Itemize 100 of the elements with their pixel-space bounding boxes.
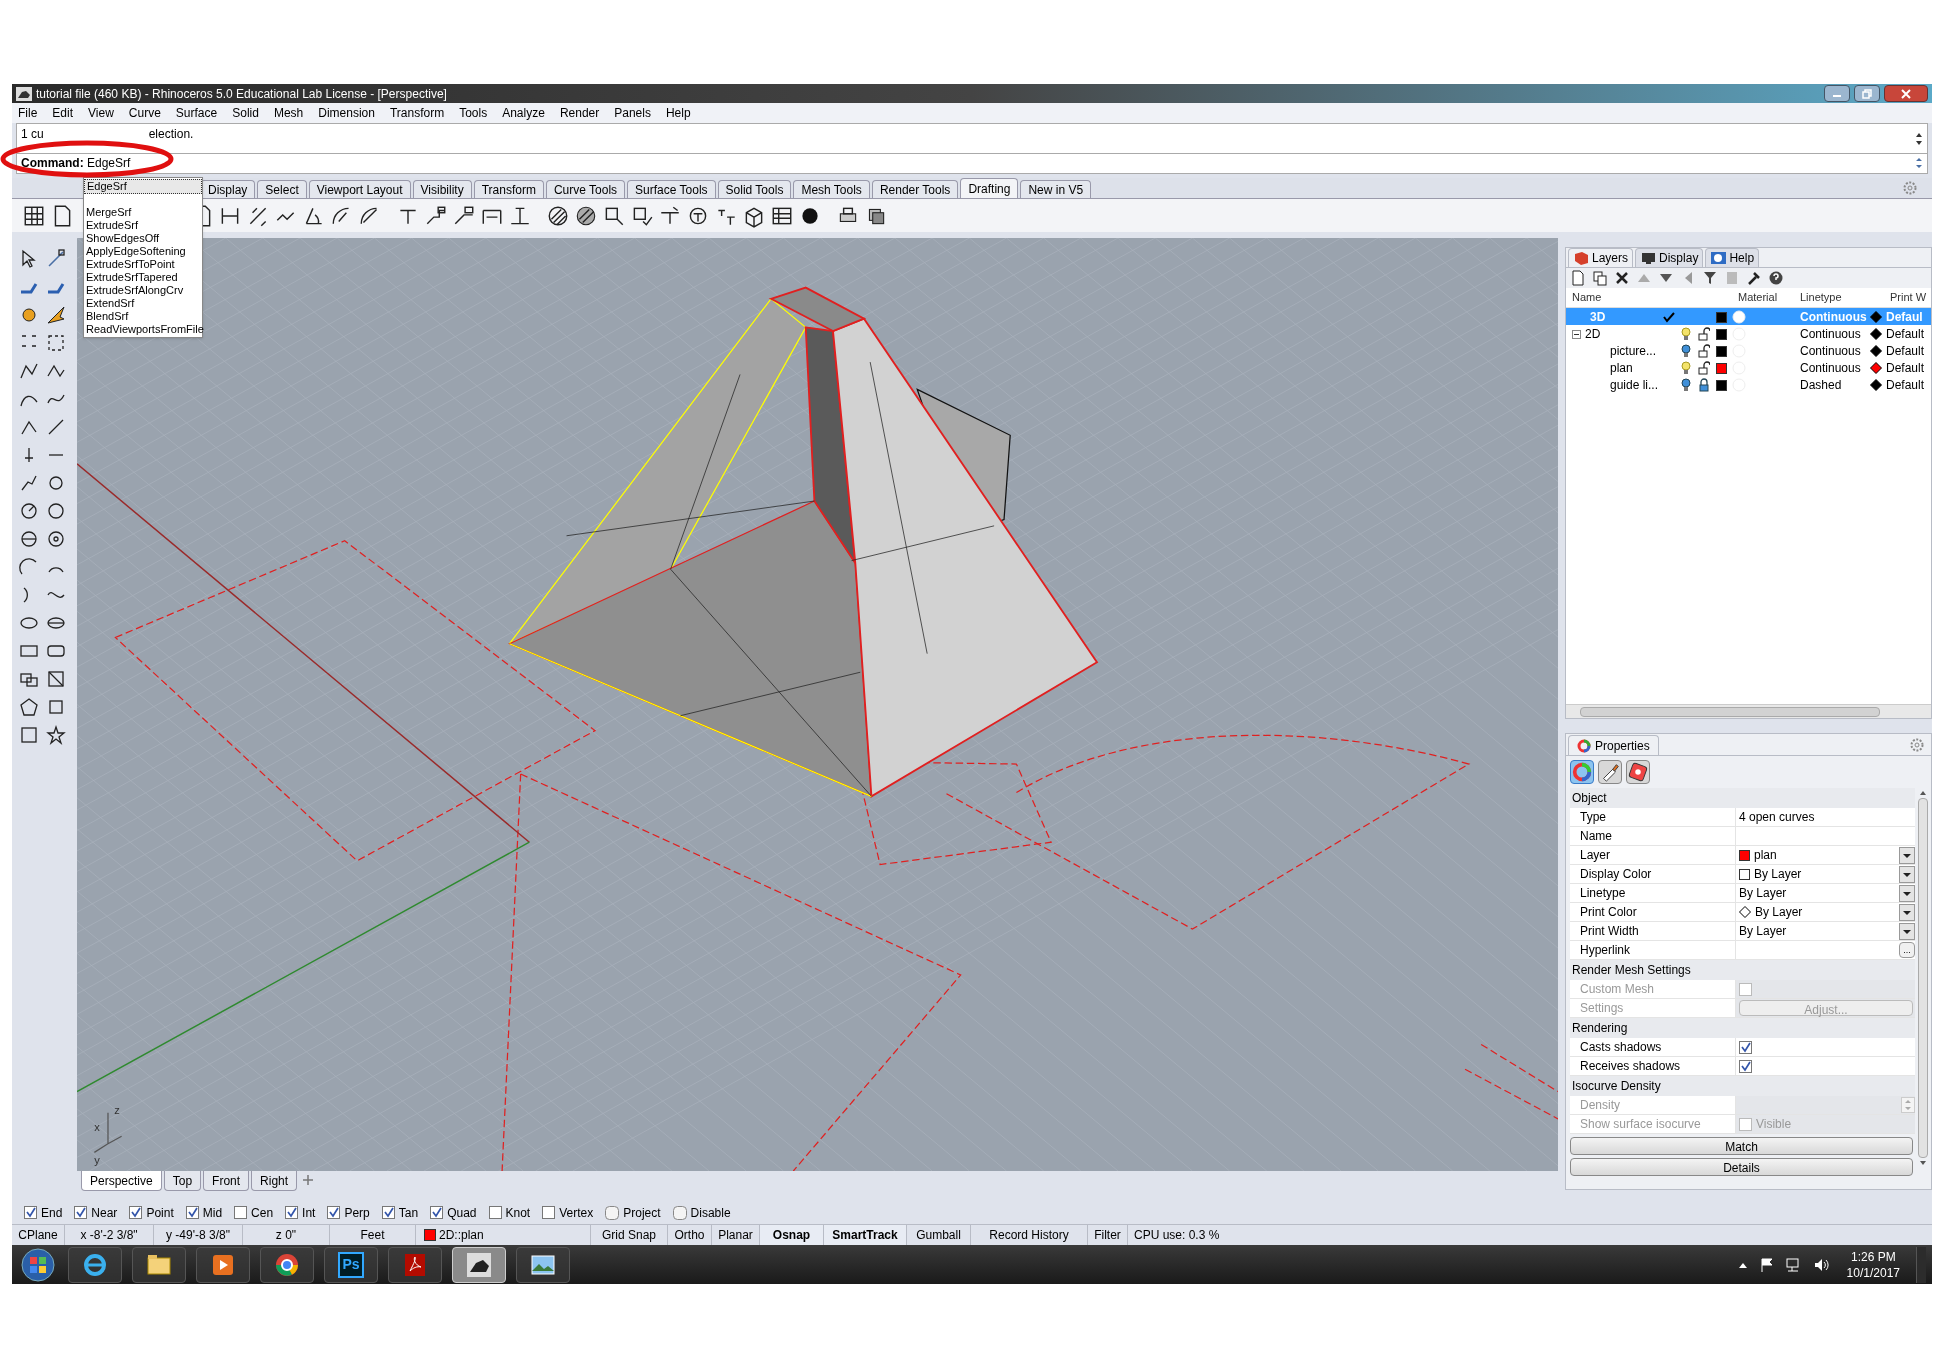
toolbar-tab[interactable]: Select xyxy=(257,180,307,199)
start-button-icon[interactable] xyxy=(18,1246,58,1283)
toolbar-tab[interactable]: Mesh Tools xyxy=(793,180,870,199)
property-dropdown[interactable]: By Layer xyxy=(1739,865,1915,884)
properties-page-button[interactable] xyxy=(1598,760,1622,785)
property-dropdown[interactable]: plan xyxy=(1739,846,1915,865)
diamond-icon[interactable] xyxy=(1870,345,1882,358)
toolbar-tab[interactable]: Viewport Layout xyxy=(308,180,411,199)
horizontal-scrollbar[interactable] xyxy=(1566,704,1931,719)
osnap-option[interactable]: Tan xyxy=(381,1203,419,1222)
layer-row[interactable]: plan Continuous Default xyxy=(1566,359,1931,377)
collapse-icon[interactable] xyxy=(1572,329,1581,339)
property-dropdown[interactable]: By Layer xyxy=(1739,922,1915,941)
osnap-option[interactable]: Project xyxy=(605,1203,661,1222)
diamond-icon[interactable] xyxy=(1870,379,1882,392)
toolbar-tab[interactable]: Drafting xyxy=(960,178,1019,199)
settings-icon[interactable] xyxy=(1909,737,1925,754)
toolbar-tab[interactable]: Solid Tools xyxy=(717,180,792,199)
print-width-text[interactable]: Default xyxy=(1886,359,1931,378)
star-icon[interactable] xyxy=(44,724,67,747)
property-dropdown[interactable]: By Layer xyxy=(1739,884,1915,903)
taskbar-button[interactable]: Ps xyxy=(324,1246,378,1283)
material-circle-icon[interactable] xyxy=(1732,310,1746,325)
diamond-icon[interactable] xyxy=(1870,311,1882,324)
properties-page-button[interactable] xyxy=(1570,760,1594,785)
viewport-tab[interactable]: Front xyxy=(203,1171,250,1192)
print-width-text[interactable]: Default xyxy=(1886,325,1931,344)
lightbulb-icon[interactable] xyxy=(1680,361,1692,376)
viewport-tab[interactable]: Top xyxy=(163,1171,202,1192)
color-swatch[interactable] xyxy=(1716,328,1727,340)
menu-item[interactable]: View xyxy=(88,104,114,123)
autocomplete-item[interactable]: ExtrudeSrfAlongCrv xyxy=(84,284,202,297)
padlock-open-icon[interactable] xyxy=(1698,361,1710,376)
taskbar-button[interactable] xyxy=(196,1246,250,1283)
restore-button[interactable] xyxy=(1854,85,1880,103)
menu-item[interactable]: Tools xyxy=(459,104,488,123)
checkmark-icon[interactable] xyxy=(1662,311,1676,324)
autocomplete-item[interactable]: ReadViewportsFromFile xyxy=(84,323,202,336)
taskbar-button[interactable] xyxy=(68,1246,122,1283)
diamond-icon[interactable] xyxy=(1870,328,1882,341)
panel-tab[interactable]: Display xyxy=(1635,248,1704,268)
panel-button[interactable]: Match xyxy=(1570,1137,1913,1156)
menu-item[interactable]: Curve xyxy=(128,104,161,123)
osnap-option[interactable]: Cen xyxy=(234,1203,274,1222)
viewport-tab[interactable]: Perspective xyxy=(81,1171,162,1192)
diamond-icon[interactable] xyxy=(1870,362,1882,375)
menu-item[interactable]: Dimension xyxy=(318,104,375,123)
taskbar-button[interactable] xyxy=(516,1246,570,1283)
color-swatch[interactable] xyxy=(1716,379,1727,391)
padlock-open-icon[interactable] xyxy=(1698,344,1710,359)
lightbulb-icon[interactable] xyxy=(1680,344,1692,359)
menu-item[interactable]: Transform xyxy=(389,104,445,123)
toolbar-tab[interactable]: New in V5 xyxy=(1020,180,1092,199)
layer-row[interactable]: picture... Continuous Default xyxy=(1566,342,1931,360)
checkbox[interactable] xyxy=(1739,1059,1752,1073)
toolbar-tab[interactable]: Render Tools xyxy=(871,180,959,199)
column-header[interactable]: Print W xyxy=(1870,289,1931,306)
panel-button[interactable]: Details xyxy=(1570,1158,1913,1177)
menu-item[interactable]: Analyze xyxy=(502,104,545,123)
help-icon[interactable] xyxy=(1768,270,1784,287)
lightbulb-icon[interactable] xyxy=(1680,378,1692,393)
status-toggle[interactable]: Osnap xyxy=(760,1224,824,1246)
osnap-option[interactable]: Near xyxy=(74,1203,118,1222)
menu-item[interactable]: Solid xyxy=(232,104,259,123)
toolbar-tab[interactable]: Curve Tools xyxy=(545,180,626,199)
clock[interactable]: 1:26 PM 10/1/2017 xyxy=(1840,1248,1906,1281)
menu-item[interactable]: Edit xyxy=(52,104,74,123)
column-header[interactable]: Material xyxy=(1732,289,1798,306)
padlock-open-icon[interactable] xyxy=(1698,327,1710,342)
osnap-option[interactable]: Int xyxy=(285,1203,316,1222)
menu-item[interactable]: File xyxy=(18,104,38,123)
layer-row[interactable]: guide li... Dashed Default xyxy=(1566,376,1931,394)
flag-icon[interactable] xyxy=(1758,1256,1775,1273)
filter-icon[interactable] xyxy=(1702,270,1718,287)
taskbar-button[interactable] xyxy=(260,1246,314,1283)
toolbar-tab[interactable]: Visibility xyxy=(412,180,472,199)
column-header[interactable]: Linetype xyxy=(1798,289,1870,306)
viewport-tab[interactable]: Right xyxy=(251,1171,298,1192)
panel-tab[interactable]: Layers xyxy=(1568,248,1634,268)
autocomplete-item[interactable]: ExtrudeSrfTapered xyxy=(84,271,202,284)
settings-icon[interactable] xyxy=(1902,180,1918,197)
print-width-text[interactable]: Default xyxy=(1886,342,1931,361)
osnap-option[interactable]: Perp xyxy=(327,1203,370,1222)
panel-tab[interactable]: Help xyxy=(1705,248,1760,268)
autocomplete-item[interactable]: EdgeSrf xyxy=(84,179,202,194)
linetype-text[interactable]: Continuous xyxy=(1798,325,1870,344)
autocomplete-item[interactable]: BlendSrf xyxy=(84,310,202,323)
color-swatch[interactable] xyxy=(1716,345,1727,357)
autocomplete-item[interactable]: ExtendSrf xyxy=(84,297,202,310)
linetype-text[interactable]: Dashed xyxy=(1798,376,1870,395)
autocomplete-item[interactable]: ApplyEdgeSoftening xyxy=(84,245,202,258)
osnap-option[interactable]: Knot xyxy=(488,1203,531,1222)
polygon-icon[interactable] xyxy=(18,696,40,719)
osnap-option[interactable]: Point xyxy=(129,1203,174,1222)
autocomplete-item[interactable]: ExtrudeSrf xyxy=(84,219,202,232)
autocomplete-item[interactable]: ShowEdgesOff xyxy=(84,232,202,245)
padlock-closed-icon[interactable] xyxy=(1698,378,1710,393)
copy-icon[interactable] xyxy=(1592,270,1608,287)
osnap-option[interactable]: Mid xyxy=(185,1203,223,1222)
layer-row[interactable]: 2D Continuous Default xyxy=(1566,325,1931,343)
